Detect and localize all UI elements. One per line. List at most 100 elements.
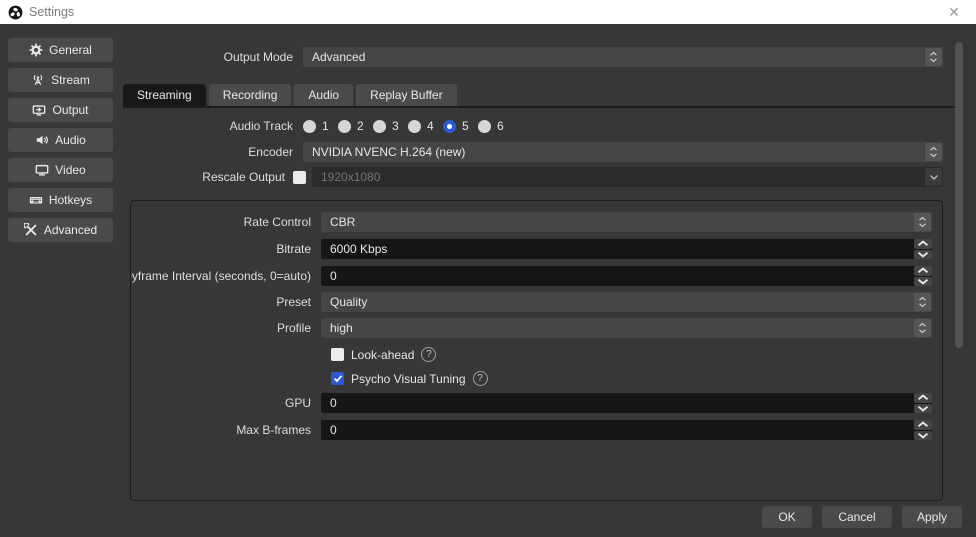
gpu-input[interactable]: 0 xyxy=(321,393,932,413)
radio-label: 2 xyxy=(357,119,364,133)
sidebar-item-label: General xyxy=(49,43,92,57)
encoder-select[interactable]: NVIDIA NVENC H.264 (new) xyxy=(303,142,943,162)
gpu-row: GPU 0 xyxy=(131,393,932,413)
audio-track-radio-1[interactable] xyxy=(303,120,316,133)
sidebar-item-label: Hotkeys xyxy=(49,193,92,207)
sidebar-item-stream[interactable]: Stream xyxy=(8,68,113,92)
psycho-visual-tuning-checkbox[interactable] xyxy=(331,372,344,385)
radio-label: 6 xyxy=(497,119,504,133)
preset-row: Preset Quality xyxy=(131,292,932,312)
preset-select[interactable]: Quality xyxy=(321,292,932,312)
window-title: Settings xyxy=(29,5,74,19)
settings-sidebar: General Stream Output xyxy=(8,38,113,248)
rescale-output-checkbox[interactable] xyxy=(293,171,306,184)
look-ahead-row: Look-ahead ? xyxy=(331,347,436,362)
profile-select[interactable]: high xyxy=(321,318,932,338)
sidebar-item-label: Advanced xyxy=(44,223,97,237)
combo-arrows-icon xyxy=(925,48,942,66)
encoder-value: NVIDIA NVENC H.264 (new) xyxy=(312,145,465,159)
max-bframes-label: Max B-frames xyxy=(131,423,321,437)
tab-streaming[interactable]: Streaming xyxy=(123,84,206,106)
sidebar-item-hotkeys[interactable]: Hotkeys xyxy=(8,188,113,212)
settings-dialog-body: General Stream Output xyxy=(0,24,976,537)
cancel-button[interactable]: Cancel xyxy=(822,506,892,528)
radio-label: 3 xyxy=(392,119,399,133)
help-icon[interactable]: ? xyxy=(421,347,436,362)
monitor-icon xyxy=(35,163,49,177)
keyframe-interval-label: Keyframe Interval (seconds, 0=auto) xyxy=(131,269,321,283)
audio-track-radio-6[interactable] xyxy=(478,120,491,133)
spin-up-icon[interactable] xyxy=(914,393,932,403)
output-mode-select[interactable]: Advanced xyxy=(303,47,943,67)
tools-icon xyxy=(24,223,38,237)
sidebar-item-advanced[interactable]: Advanced xyxy=(8,218,113,242)
spin-down-icon[interactable] xyxy=(914,277,932,287)
sidebar-item-general[interactable]: General xyxy=(8,38,113,62)
sidebar-item-label: Video xyxy=(55,163,85,177)
combo-arrows-icon xyxy=(914,293,931,311)
combo-arrows-icon xyxy=(914,213,931,231)
max-bframes-row: Max B-frames 0 xyxy=(131,420,932,440)
bitrate-row: Bitrate 6000 Kbps xyxy=(131,239,932,259)
combo-arrows-icon xyxy=(914,319,931,337)
titlebar: Settings ✕ xyxy=(0,0,976,24)
audio-track-radio-2[interactable] xyxy=(338,120,351,133)
tab-audio[interactable]: Audio xyxy=(294,84,353,106)
obs-logo-icon xyxy=(8,5,23,20)
help-icon[interactable]: ? xyxy=(473,371,488,386)
sidebar-item-label: Audio xyxy=(55,133,86,147)
gear-icon xyxy=(29,43,43,57)
rate-control-label: Rate Control xyxy=(131,215,321,229)
profile-label: Profile xyxy=(131,321,321,335)
sidebar-item-audio[interactable]: Audio xyxy=(8,128,113,152)
combo-down-icon xyxy=(925,168,942,186)
dialog-buttons: OK Cancel Apply xyxy=(762,506,962,528)
rate-control-select[interactable]: CBR xyxy=(321,212,932,232)
spin-up-icon[interactable] xyxy=(914,420,932,430)
rescale-resolution-select: 1920x1080 xyxy=(312,167,943,187)
sidebar-item-video[interactable]: Video xyxy=(8,158,113,182)
apply-button[interactable]: Apply xyxy=(902,506,962,528)
gpu-label: GPU xyxy=(131,396,321,410)
look-ahead-label: Look-ahead xyxy=(351,348,414,362)
sidebar-item-label: Output xyxy=(52,103,88,117)
keyboard-icon xyxy=(29,193,43,207)
rate-control-row: Rate Control CBR xyxy=(131,212,932,232)
max-bframes-input[interactable]: 0 xyxy=(321,420,932,440)
audio-track-radio-5[interactable] xyxy=(443,120,456,133)
radio-label: 5 xyxy=(462,119,469,133)
check-icon xyxy=(333,374,343,383)
keyframe-interval-input[interactable]: 0 xyxy=(321,266,932,286)
spin-down-icon[interactable] xyxy=(914,250,932,260)
tab-recording[interactable]: Recording xyxy=(209,84,292,106)
encoder-row: Encoder NVIDIA NVENC H.264 (new) xyxy=(123,142,943,162)
spin-down-icon[interactable] xyxy=(914,431,932,441)
bitrate-input[interactable]: 6000 Kbps xyxy=(321,239,932,259)
close-icon[interactable]: ✕ xyxy=(940,4,968,21)
output-mode-row: Output Mode Advanced xyxy=(123,47,943,67)
ok-button[interactable]: OK xyxy=(762,506,812,528)
vertical-scrollbar[interactable] xyxy=(955,42,963,348)
look-ahead-checkbox[interactable] xyxy=(331,348,344,361)
spin-up-icon[interactable] xyxy=(914,239,932,249)
spin-up-icon[interactable] xyxy=(914,266,932,276)
encoder-label: Encoder xyxy=(123,145,303,159)
output-tabs: Streaming Recording Audio Replay Buffer xyxy=(123,84,460,106)
sidebar-item-output[interactable]: Output xyxy=(8,98,113,122)
keyframe-interval-row: Keyframe Interval (seconds, 0=auto) 0 xyxy=(131,266,932,286)
rescale-output-label: Rescale Output xyxy=(123,170,293,184)
audio-track-radio-3[interactable] xyxy=(373,120,386,133)
preset-label: Preset xyxy=(131,295,321,309)
spin-down-icon[interactable] xyxy=(914,404,932,414)
output-icon xyxy=(32,103,46,117)
audio-track-radio-4[interactable] xyxy=(408,120,421,133)
profile-row: Profile high xyxy=(131,318,932,338)
output-mode-value: Advanced xyxy=(312,50,365,64)
psycho-visual-tuning-row: Psycho Visual Tuning ? xyxy=(331,371,488,386)
tab-replay-buffer[interactable]: Replay Buffer xyxy=(356,84,457,106)
audio-track-label: Audio Track xyxy=(123,119,303,133)
radio-label: 1 xyxy=(322,119,329,133)
broadcast-icon xyxy=(31,73,45,87)
rescale-output-row: Rescale Output 1920x1080 xyxy=(123,167,943,187)
tab-pane-border xyxy=(123,106,955,108)
